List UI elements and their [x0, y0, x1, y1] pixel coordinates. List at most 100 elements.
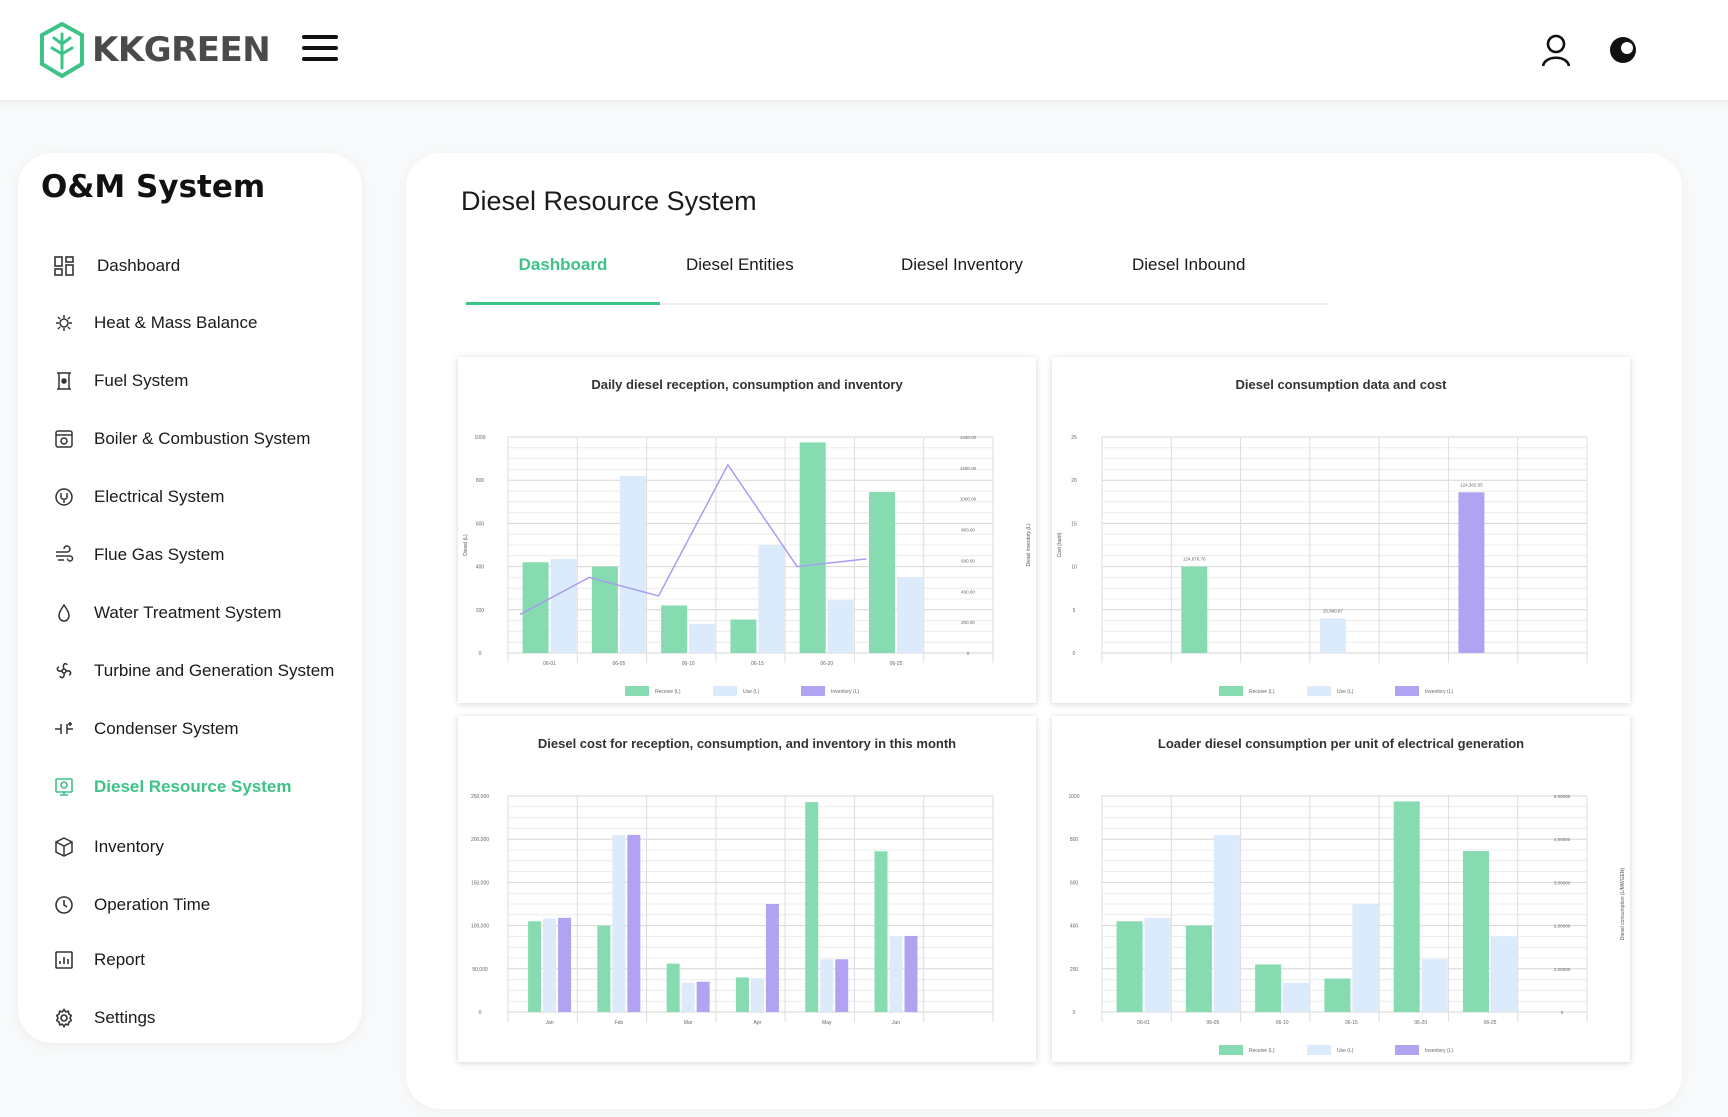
- y2-tick-label: 5.00000: [1554, 794, 1571, 799]
- bar-reception: [528, 921, 542, 1012]
- legend-swatch: [625, 686, 649, 696]
- x-tick-label: 06-10: [682, 661, 695, 667]
- y-tick-label: 200: [476, 608, 485, 614]
- legend-label: Inventory (L): [1425, 1048, 1453, 1054]
- y-tick-label: 600: [1070, 880, 1079, 886]
- tab-diesel-entities[interactable]: Diesel Entities: [686, 243, 794, 305]
- sidebar-item-label: Water Treatment System: [94, 603, 282, 622]
- bar-reception: [1393, 801, 1420, 1012]
- sidebar-item-label: Heat & Mass Balance: [94, 313, 258, 332]
- bar-use: [1352, 904, 1379, 1012]
- y2-tick-label: 200.00: [961, 620, 975, 625]
- sidebar-item-dashboard[interactable]: Dashboard: [52, 246, 180, 286]
- sidebar-item-label: Flue Gas System: [94, 545, 225, 564]
- legend-label: Inventory (L): [1425, 689, 1453, 695]
- condenser-icon: [52, 717, 76, 741]
- y-tick-label: 15: [1071, 521, 1077, 527]
- bar-reception: [597, 925, 611, 1012]
- y-tick-label: 600: [476, 521, 485, 527]
- y-axis-label: Cost (baht): [1057, 532, 1063, 557]
- legend-label: Use (L): [1337, 689, 1354, 695]
- y-tick-label: 250,000: [471, 794, 489, 800]
- x-tick-label: 06-25: [1484, 1020, 1497, 1026]
- sidebar-item-label: Boiler & Combustion System: [94, 429, 311, 448]
- bar-reception: [666, 963, 680, 1012]
- data-label: 124,876.76: [1183, 557, 1206, 562]
- turbine-icon: [52, 659, 76, 683]
- x-tick-label: Jun: [892, 1020, 900, 1026]
- bar-reception: [869, 492, 895, 653]
- sidebar-item-settings[interactable]: Settings: [52, 998, 155, 1038]
- sidebar-item-diesel-resource[interactable]: Diesel Resource System: [52, 767, 292, 807]
- wind-icon: [52, 543, 76, 567]
- x-tick-label: 06-25: [890, 661, 903, 667]
- y2-axis-label: Diesel consumption (L/MWGEN): [1620, 868, 1626, 941]
- main-panel: Diesel Resource System Dashboard Diesel …: [406, 153, 1682, 1109]
- sidebar-item-electrical[interactable]: Electrical System: [52, 477, 224, 517]
- bar-use: [1213, 834, 1240, 1012]
- tab-diesel-inventory[interactable]: Diesel Inventory: [901, 243, 1023, 305]
- y2-tick-label: 3.00000: [1554, 880, 1571, 885]
- x-tick-label: 06-01: [1137, 1020, 1150, 1026]
- bar-use: [820, 959, 834, 1012]
- bar-reception: [1116, 921, 1143, 1012]
- chart-card-consumption-cost: Diesel consumption data and cost 0 5 10 15 2…: [1052, 357, 1630, 703]
- bar-reception: [805, 802, 819, 1012]
- bar-inventory: [835, 959, 849, 1012]
- y2-tick-label: 1400.00: [960, 435, 977, 440]
- bar-reception: [661, 605, 688, 653]
- x-tick-label: Jan: [546, 1020, 554, 1026]
- bar-use: [889, 935, 903, 1012]
- tab-dashboard[interactable]: Dashboard: [466, 243, 660, 305]
- x-tick-label: 06-05: [612, 661, 625, 667]
- sidebar-item-operation-time[interactable]: Operation Time: [52, 885, 210, 925]
- box-icon: [52, 835, 76, 859]
- hamburger-menu-icon[interactable]: [302, 35, 338, 65]
- chart-loader-consumption: 0 200 400 600 800 1000 06-01 06-05 06-10 06-15 06-…: [1068, 794, 1626, 1055]
- x-tick-label: 06-05: [1206, 1020, 1219, 1026]
- bar-reception: [730, 619, 757, 653]
- leaf-logo-icon: [40, 22, 84, 78]
- bar-inventory: [696, 981, 710, 1012]
- tab-diesel-inbound[interactable]: Diesel Inbound: [1132, 243, 1245, 305]
- sidebar-item-condenser[interactable]: Condenser System: [52, 709, 239, 749]
- bar-use: [543, 918, 557, 1012]
- y-tick-label: 0: [479, 1010, 482, 1016]
- sidebar-item-report[interactable]: Report: [52, 940, 145, 980]
- theme-toggle-icon[interactable]: [1608, 35, 1638, 65]
- y2-tick-label: 1200.00: [960, 466, 977, 471]
- sidebar-item-label: Report: [94, 950, 146, 969]
- y-tick-label: 800: [476, 478, 485, 484]
- user-icon[interactable]: [1540, 33, 1572, 67]
- y2-tick-label: 1000.00: [960, 497, 977, 502]
- sidebar-item-label: Settings: [94, 1008, 156, 1027]
- sidebar-item-heat-mass-balance[interactable]: Heat & Mass Balance: [52, 303, 257, 343]
- sidebar-item-flue-gas[interactable]: Flue Gas System: [52, 535, 224, 575]
- bar-use: [612, 834, 626, 1012]
- y-tick-label: 50,000: [472, 967, 488, 973]
- y-tick-label: 0: [479, 651, 482, 657]
- water-drop-icon: [52, 601, 76, 625]
- sidebar-item-boiler[interactable]: Boiler & Combustion System: [52, 419, 310, 459]
- y2-tick-label: 2.00000: [1554, 967, 1571, 972]
- boiler-icon: [52, 427, 76, 451]
- bar-use: [758, 545, 785, 653]
- sidebar-item-water-treatment[interactable]: Water Treatment System: [52, 593, 281, 633]
- y2-tick-label: 800.00: [961, 528, 975, 533]
- chart-consumption-cost: 0 5 10 15 20 25 Cost (baht) 124,876.76 25,990.87…: [1057, 435, 1588, 696]
- y-tick-label: 400: [476, 565, 485, 571]
- sidebar-item-fuel-system[interactable]: Fuel System: [52, 361, 188, 401]
- diesel-icon: [52, 775, 76, 799]
- sidebar-item-label: Fuel System: [94, 371, 189, 390]
- bar-use: [550, 559, 577, 653]
- sidebar-item-inventory[interactable]: Inventory: [52, 827, 164, 867]
- gear-balance-icon: [52, 311, 76, 335]
- bar-use: [897, 577, 923, 653]
- data-label: 25,990.87: [1323, 608, 1344, 613]
- y-tick-label: 1000: [1068, 794, 1079, 800]
- grid-icon: [52, 254, 76, 278]
- bar-reception: [1185, 925, 1212, 1012]
- sidebar-item-turbine[interactable]: Turbine and Generation System: [52, 651, 334, 691]
- x-tick-label: Apr: [754, 1020, 762, 1026]
- brand-logo[interactable]: KKGREEN: [38, 22, 271, 78]
